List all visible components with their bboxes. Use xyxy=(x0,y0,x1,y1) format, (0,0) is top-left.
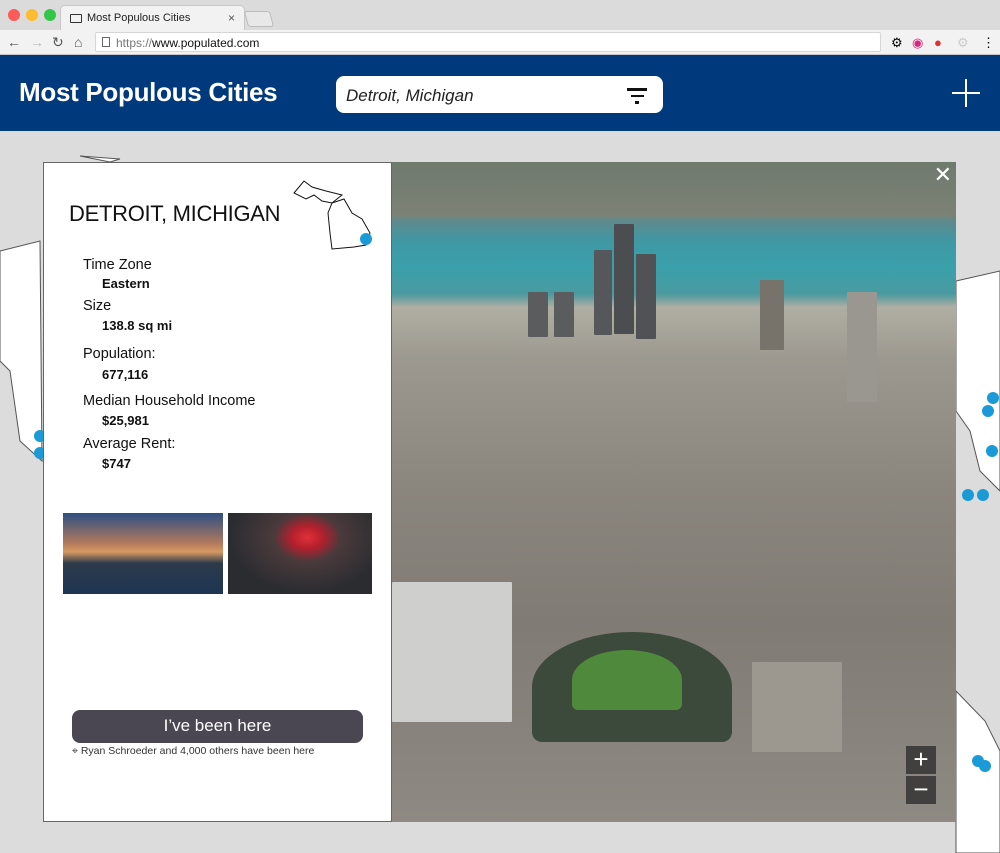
tab-title: Most Populous Cities xyxy=(87,12,191,24)
building xyxy=(760,280,784,350)
building xyxy=(554,292,574,337)
zoom-out-button[interactable]: − xyxy=(906,776,936,804)
income-label: Median Household Income xyxy=(83,393,256,409)
back-icon[interactable]: ← xyxy=(7,34,21,50)
maximize-window-button[interactable] xyxy=(44,9,56,21)
url-protocol: https:// xyxy=(116,36,153,50)
city-info-panel: DETROIT, MICHIGAN Time Zone Eastern Size… xyxy=(43,162,392,822)
parking-lot xyxy=(752,662,842,752)
minimize-window-button[interactable] xyxy=(26,9,38,21)
building xyxy=(594,250,612,335)
population-label: Population: xyxy=(83,346,156,362)
menu-icon[interactable]: ⋮ xyxy=(982,35,995,51)
browser-toolbar: ← → ↻ ⌂ https://www.populated.com ⚙ ◉ ● … xyxy=(0,30,1000,55)
population-value: 677,116 xyxy=(102,367,149,382)
new-tab-button[interactable] xyxy=(243,11,275,27)
rent-label: Average Rent: xyxy=(83,436,176,452)
city-marker[interactable] xyxy=(977,489,989,501)
aerial-city-view[interactable]: ✕ + − xyxy=(392,162,956,822)
reload-icon[interactable]: ↻ xyxy=(52,34,64,51)
extension-disabled-icon[interactable]: ⚙ xyxy=(957,35,969,51)
skyline-photo[interactable] xyxy=(63,513,223,594)
florida-shape xyxy=(955,689,1000,853)
close-icon[interactable]: ✕ xyxy=(934,162,952,188)
settings-gear-icon[interactable]: ⚙ xyxy=(891,35,903,51)
building xyxy=(636,254,656,339)
building xyxy=(614,224,634,334)
building xyxy=(528,292,548,337)
city-marker[interactable] xyxy=(986,445,998,457)
extension-icon[interactable]: ◉ xyxy=(912,35,923,51)
rent-value: $747 xyxy=(102,456,131,471)
ballpark-field xyxy=(572,650,682,710)
stadium-roof xyxy=(392,582,512,722)
time-zone-value: Eastern xyxy=(102,276,150,291)
search-value: Detroit, Michigan xyxy=(346,86,474,105)
home-icon[interactable]: ⌂ xyxy=(74,34,82,50)
size-label: Size xyxy=(83,298,112,314)
extension-badge-icon[interactable]: ● xyxy=(934,35,942,50)
west-coast-shape xyxy=(0,240,43,463)
been-here-note: ⌖ Ryan Schroeder and 4,000 others have b… xyxy=(72,745,314,758)
city-name: DETROIT, MICHIGAN xyxy=(69,201,281,226)
close-window-button[interactable] xyxy=(8,9,20,21)
city-marker[interactable] xyxy=(962,489,974,501)
building xyxy=(847,292,877,402)
income-value: $25,981 xyxy=(102,413,149,428)
zoom-in-button[interactable]: + xyxy=(906,746,936,774)
city-marker[interactable] xyxy=(987,392,999,404)
city-location-marker xyxy=(360,233,372,245)
time-zone-label: Time Zone xyxy=(83,257,152,273)
location-pin-icon: ⌖ xyxy=(72,745,81,757)
been-here-text: Ryan Schroeder and 4,000 others have bee… xyxy=(80,745,315,757)
arena-photo[interactable] xyxy=(228,513,372,594)
map-icon xyxy=(70,14,82,23)
city-search-input[interactable]: Detroit, Michigan xyxy=(336,76,663,113)
page-icon xyxy=(102,37,110,47)
browser-tab[interactable]: Most Populous Cities × xyxy=(60,5,245,31)
app-header: Most Populous Cities Detroit, Michigan xyxy=(0,55,1000,131)
app-title: Most Populous Cities xyxy=(19,77,278,107)
address-bar[interactable]: https://www.populated.com xyxy=(95,32,881,52)
size-value: 138.8 sq mi xyxy=(102,318,173,333)
city-marker[interactable] xyxy=(979,760,991,772)
forward-icon[interactable]: → xyxy=(30,34,44,50)
tab-close-icon[interactable]: × xyxy=(228,11,235,25)
city-marker[interactable] xyxy=(982,405,994,417)
add-button[interactable] xyxy=(952,79,980,107)
east-coast-shape xyxy=(955,270,1000,492)
been-here-button[interactable]: I’ve been here xyxy=(72,710,363,743)
browser-tab-bar: Most Populous Cities × xyxy=(0,0,1000,31)
url-host: www.populated.com xyxy=(152,36,260,50)
michigan-state-map xyxy=(293,180,372,250)
filter-icon[interactable] xyxy=(627,88,647,108)
